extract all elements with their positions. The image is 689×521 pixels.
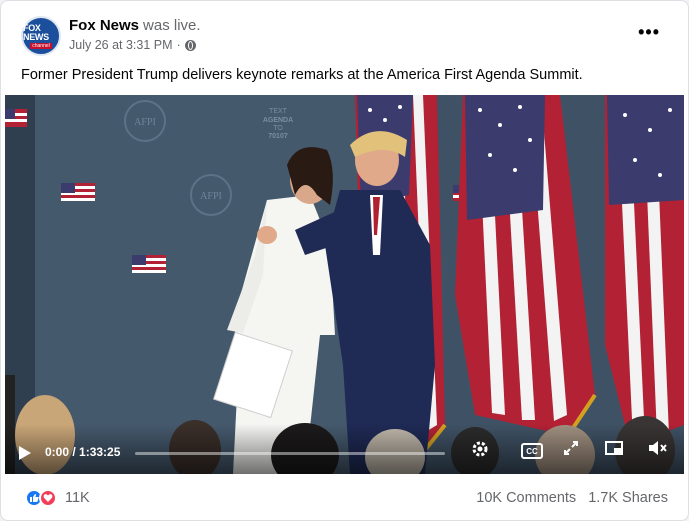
video-frame: AFPI AFPI TEXT AGENDA TO 70107 xyxy=(5,95,684,474)
video-controls: 0:00 / 1:33:25 CC xyxy=(5,424,684,474)
video-player[interactable]: AFPI AFPI TEXT AGENDA TO 70107 0:00 / 1:… xyxy=(5,95,684,474)
small-flag xyxy=(61,183,95,201)
volume-muted-icon[interactable] xyxy=(648,440,670,462)
captions-label: CC xyxy=(521,443,543,459)
globe-icon[interactable] xyxy=(184,39,196,51)
page-name-link[interactable]: Fox News xyxy=(69,17,139,34)
more-options-icon[interactable]: ••• xyxy=(638,23,660,41)
avatar-logo-text: FOX NEWS xyxy=(23,22,49,42)
captions-icon[interactable]: CC xyxy=(521,440,543,462)
time-display: 0:00 / 1:33:25 xyxy=(45,445,121,459)
engagement-stats: 10K Comments 1.7K Shares xyxy=(476,490,668,506)
backdrop-text-4: 70107 xyxy=(268,133,288,140)
backdrop-text-1: TEXT xyxy=(269,108,288,115)
settings-gear-icon[interactable] xyxy=(471,440,493,462)
post-caption: Former President Trump delivers keynote … xyxy=(21,67,583,83)
progress-bar[interactable] xyxy=(135,452,445,455)
reactions-summary[interactable]: 11K xyxy=(25,489,90,507)
live-status: was live. xyxy=(143,17,201,34)
small-flag xyxy=(5,109,27,127)
reaction-count: 11K xyxy=(65,490,90,506)
post-meta: July 26 at 3:31 PM · xyxy=(69,38,196,52)
backdrop-text-3: TO xyxy=(273,125,283,132)
picture-in-picture-icon[interactable] xyxy=(605,440,627,462)
post-timestamp[interactable]: July 26 at 3:31 PM xyxy=(69,38,173,52)
shares-count-link[interactable]: 1.7K Shares xyxy=(588,490,668,506)
post-card: FOX NEWS channel Fox News was live. July … xyxy=(0,0,689,521)
post-author-line: Fox News was live. xyxy=(69,17,201,34)
play-icon[interactable] xyxy=(19,446,31,460)
comments-count-link[interactable]: 10K Comments xyxy=(476,490,576,506)
meta-separator: · xyxy=(176,38,181,52)
small-flag xyxy=(132,255,166,273)
love-reaction-icon xyxy=(39,489,57,507)
backdrop-logo: AFPI xyxy=(134,117,156,128)
backdrop-logo-2: AFPI xyxy=(200,191,222,202)
page-avatar[interactable]: FOX NEWS channel xyxy=(21,16,61,56)
fullscreen-expand-icon[interactable] xyxy=(563,440,585,462)
backdrop-text-2: AGENDA xyxy=(263,117,293,124)
avatar-logo-subtext: channel xyxy=(30,42,52,49)
